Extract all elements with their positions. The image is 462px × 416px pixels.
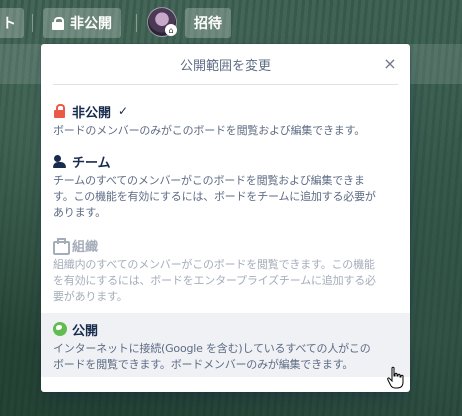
check-icon: ✓ bbox=[118, 104, 129, 118]
option-description-line: ボードを閲覧できます。ボードメンバーのみが編集できます。 bbox=[53, 358, 354, 371]
board-header: ト 非公開 ⌂ 招待 bbox=[0, 0, 462, 44]
popover-divider bbox=[53, 84, 398, 85]
header-divider bbox=[136, 14, 137, 32]
option-description: インターネットに接続(Google を含む)しているすべての人がこの ボードを閲… bbox=[53, 341, 398, 373]
option-description-line: 要があります。 bbox=[53, 290, 128, 303]
invite-button[interactable]: 招待 bbox=[185, 8, 231, 38]
option-description: チームのすべてのメンバーがこのボードを閲覧および編集できま す。この機能を有効に… bbox=[53, 173, 398, 221]
popover-title: 公開範囲を変更 bbox=[179, 58, 271, 74]
option-description-line: チームのすべてのメンバーがこのボードを閲覧および編集できま bbox=[53, 174, 365, 187]
invite-button-label: 招待 bbox=[194, 16, 222, 32]
option-description-line: インターネットに接続(Google を含む)しているすべての人がこの bbox=[53, 342, 371, 355]
globe-icon bbox=[53, 322, 67, 336]
option-title-text: 公開 bbox=[72, 323, 99, 339]
option-title: 非公開 ✓ bbox=[53, 101, 398, 121]
lock-icon bbox=[53, 104, 67, 118]
board-privacy-label: 非公開 bbox=[70, 16, 112, 32]
option-description-line: 組織内のすべてのメンバーがこのボードを閲覧できます。この機能 bbox=[53, 258, 375, 271]
lock-icon bbox=[52, 17, 64, 30]
hand-cursor-icon bbox=[387, 366, 404, 389]
visibility-option-private[interactable]: 非公開 ✓ ボードのメンバーのみがこのボードを閲覧および編集できます。 bbox=[41, 95, 410, 141]
visibility-option-team[interactable]: チーム チームのすべてのメンバーがこのボードを閲覧および編集できま す。この機能… bbox=[41, 145, 410, 225]
admin-badge-icon: ⌂ bbox=[165, 24, 177, 36]
team-icon bbox=[53, 154, 67, 168]
option-title-text: 非公開 bbox=[72, 105, 112, 121]
option-title: 組織 bbox=[53, 235, 398, 255]
organization-icon bbox=[53, 238, 70, 255]
option-description: ボードのメンバーのみがこのボードを閲覧および編集できます。 bbox=[53, 124, 366, 137]
board-menu-button-label: ト bbox=[2, 16, 16, 32]
option-description-line: を有効にするには、ボードをエンタープライズチームに追加する必 bbox=[53, 274, 376, 287]
option-title-text: チーム bbox=[72, 155, 111, 171]
board-menu-button-partial[interactable]: ト bbox=[0, 8, 24, 38]
option-title: 公開 bbox=[53, 319, 398, 339]
option-description: 組織内のすべてのメンバーがこのボードを閲覧できます。この機能 を有効にするには、… bbox=[53, 257, 398, 305]
visibility-option-public[interactable]: 公開 インターネットに接続(Google を含む)しているすべての人がこの ボー… bbox=[41, 313, 410, 377]
option-title-text: 組織 bbox=[72, 239, 99, 255]
visibility-popover: 公開範囲を変更 × 非公開 ✓ ボードのメンバーのみがこのボードを閲覧および編集… bbox=[41, 44, 410, 392]
option-description-line: あります。 bbox=[53, 206, 106, 219]
header-divider bbox=[32, 14, 33, 32]
option-description-line: す。この機能を有効にするには、ボードをチームに追加する必要が bbox=[53, 190, 376, 203]
option-title: チーム bbox=[53, 151, 398, 171]
close-icon[interactable]: × bbox=[380, 54, 400, 74]
popover-header: 公開範囲を変更 × bbox=[41, 44, 410, 84]
visibility-option-organization: 組織 組織内のすべてのメンバーがこのボードを閲覧できます。この機能 を有効にする… bbox=[41, 229, 410, 309]
board-privacy-button[interactable]: 非公開 bbox=[43, 8, 121, 38]
